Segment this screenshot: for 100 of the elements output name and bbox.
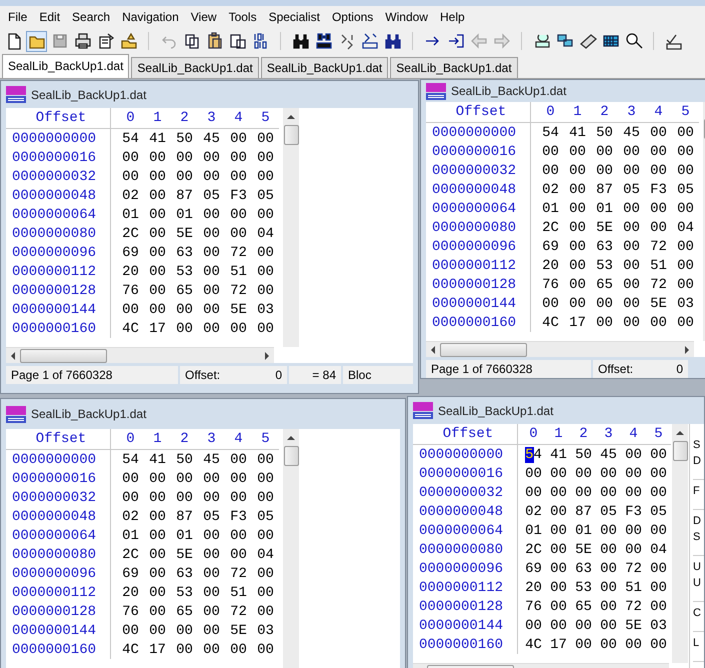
vertical-scrollbar[interactable] <box>283 108 299 347</box>
byte-cell-text: 87 <box>175 188 194 204</box>
byte-cell-text: 2C <box>541 220 560 236</box>
byte-cell-text: F3 <box>229 508 248 524</box>
menu-item[interactable]: File <box>2 10 34 24</box>
byte-cell-text: 00 <box>229 490 248 506</box>
hex-logo-icon <box>6 86 26 103</box>
status-label: Page 1 of 7660328 <box>431 362 532 376</box>
menu-item[interactable]: Search <box>66 10 116 24</box>
menu-item[interactable]: Navigation <box>116 10 185 24</box>
column-header: 2 <box>179 110 190 126</box>
byte-cell-text: 03 <box>649 618 668 634</box>
menu-item[interactable]: Window <box>379 10 434 24</box>
byte-cell-text: 00 <box>524 484 543 500</box>
byte-cell-text: 00 <box>175 168 194 184</box>
document-tab[interactable]: SealLib_BackUp1.dat <box>2 54 130 78</box>
status-value: 0 <box>275 368 282 382</box>
byte-cell-text: 00 <box>121 490 140 506</box>
vertical-scrollbar[interactable] <box>283 429 299 668</box>
offset-cell: 0000000080 <box>426 218 531 237</box>
byte-cell-text: F3 <box>229 188 248 204</box>
byte-cell-text: 2C <box>121 226 140 242</box>
byte-cell-text: 17 <box>568 314 587 330</box>
byte-cell-text: 51 <box>229 584 248 600</box>
byte-cell-text: 00 <box>549 580 568 596</box>
byte-cell-text: 00 <box>256 282 275 298</box>
offset-cell: 0000000128 <box>413 597 518 616</box>
byte-cell-text: 00 <box>256 244 275 260</box>
byte-cell-text: 00 <box>649 446 668 462</box>
document-tab[interactable]: SealLib_BackUp1.dat <box>390 57 518 78</box>
byte-cell-text: 02 <box>541 182 560 198</box>
byte-cell-text: 00 <box>524 466 543 482</box>
offset-cell: 0000000032 <box>426 161 531 180</box>
menu-item[interactable]: Specialist <box>262 10 326 24</box>
document-tab[interactable]: SealLib_BackUp1.dat <box>260 57 388 78</box>
menu-item[interactable]: Options <box>326 10 380 24</box>
byte-cell-text: 00 <box>574 484 593 500</box>
open-folder-icon[interactable] <box>26 30 47 52</box>
byte-cell-text: 4C <box>121 642 140 658</box>
horizontal-scrollbar[interactable] <box>426 341 694 357</box>
menu-item[interactable]: Tools <box>222 10 263 24</box>
horizontal-scrollbar[interactable] <box>6 347 274 363</box>
byte-cell-text: 00 <box>524 618 543 634</box>
byte-cell-text: 00 <box>541 144 560 160</box>
menu-item[interactable]: View <box>184 10 223 24</box>
byte-cell-text: 00 <box>229 546 248 562</box>
byte-cell-text: 00 <box>595 144 614 160</box>
byte-cell-text: 00 <box>599 560 618 576</box>
byte-cell-text: 00 <box>148 168 167 184</box>
byte-cell-text: 54 <box>121 130 140 146</box>
vertical-scrollbar[interactable] <box>672 424 688 663</box>
byte-cell-text: 87 <box>574 504 593 520</box>
byte-cell-text: 65 <box>175 604 194 620</box>
offset-cell: 0000000112 <box>6 262 111 281</box>
byte-cell-text: 00 <box>202 320 221 336</box>
byte-cell-text: 00 <box>148 188 167 204</box>
window-title: SealLib_BackUp1.dat <box>438 404 554 418</box>
menu-item[interactable]: Edit <box>33 10 66 24</box>
byte-cell-text: 00 <box>574 618 593 634</box>
byte-cell-text: 54 <box>121 452 140 468</box>
byte-cell-text: 00 <box>599 542 618 558</box>
byte-cell-text: 41 <box>148 452 167 468</box>
document-tab[interactable]: SealLib_BackUp1.dat <box>131 57 259 78</box>
byte-cell-text: 00 <box>202 206 221 222</box>
column-header: 1 <box>572 104 583 120</box>
offset-cell: 0000000128 <box>6 281 111 300</box>
byte-cell-text: 02 <box>121 508 140 524</box>
byte-cell-text: 00 <box>148 470 167 486</box>
offset-cell: 0000000128 <box>6 602 111 621</box>
byte-cell-text: 00 <box>549 598 568 614</box>
column-header: 2 <box>578 426 589 442</box>
info-label: S <box>693 530 702 545</box>
offset-cell: 0000000032 <box>6 167 111 186</box>
offset-cell: 0000000000 <box>6 129 111 148</box>
byte-cell-text: 4C <box>541 314 560 330</box>
byte-cell-text: 00 <box>148 206 167 222</box>
byte-cell-text: 5E <box>624 618 643 634</box>
byte-cell-text: 00 <box>595 296 614 312</box>
offset-cell: 0000000160 <box>6 640 111 659</box>
byte-cell-text: 00 <box>595 314 614 330</box>
menu-item[interactable]: Help <box>434 10 471 24</box>
byte-cell-text: 00 <box>148 584 167 600</box>
offset-cell: 0000000064 <box>6 205 111 224</box>
byte-cell-text: 00 <box>256 584 275 600</box>
byte-cell-text: 00 <box>574 636 593 652</box>
info-label: U <box>693 560 702 575</box>
byte-cell-text: 03 <box>256 622 275 638</box>
byte-cell-text: 00 <box>175 320 194 336</box>
info-label: S <box>693 438 702 453</box>
byte-cell-text: 00 <box>624 446 643 462</box>
column-header: 3 <box>206 110 217 126</box>
byte-cell-text: 17 <box>148 320 167 336</box>
byte-cell-text: 63 <box>175 244 194 260</box>
byte-cell-text: 00 <box>175 302 194 318</box>
byte-cell-text: 00 <box>148 302 167 318</box>
byte-cell-text: 00 <box>256 642 275 658</box>
byte-cell-text: 05 <box>676 182 695 198</box>
column-header: Offset <box>6 429 111 449</box>
byte-cell-text: 00 <box>148 566 167 582</box>
byte-cell-text: 05 <box>202 508 221 524</box>
